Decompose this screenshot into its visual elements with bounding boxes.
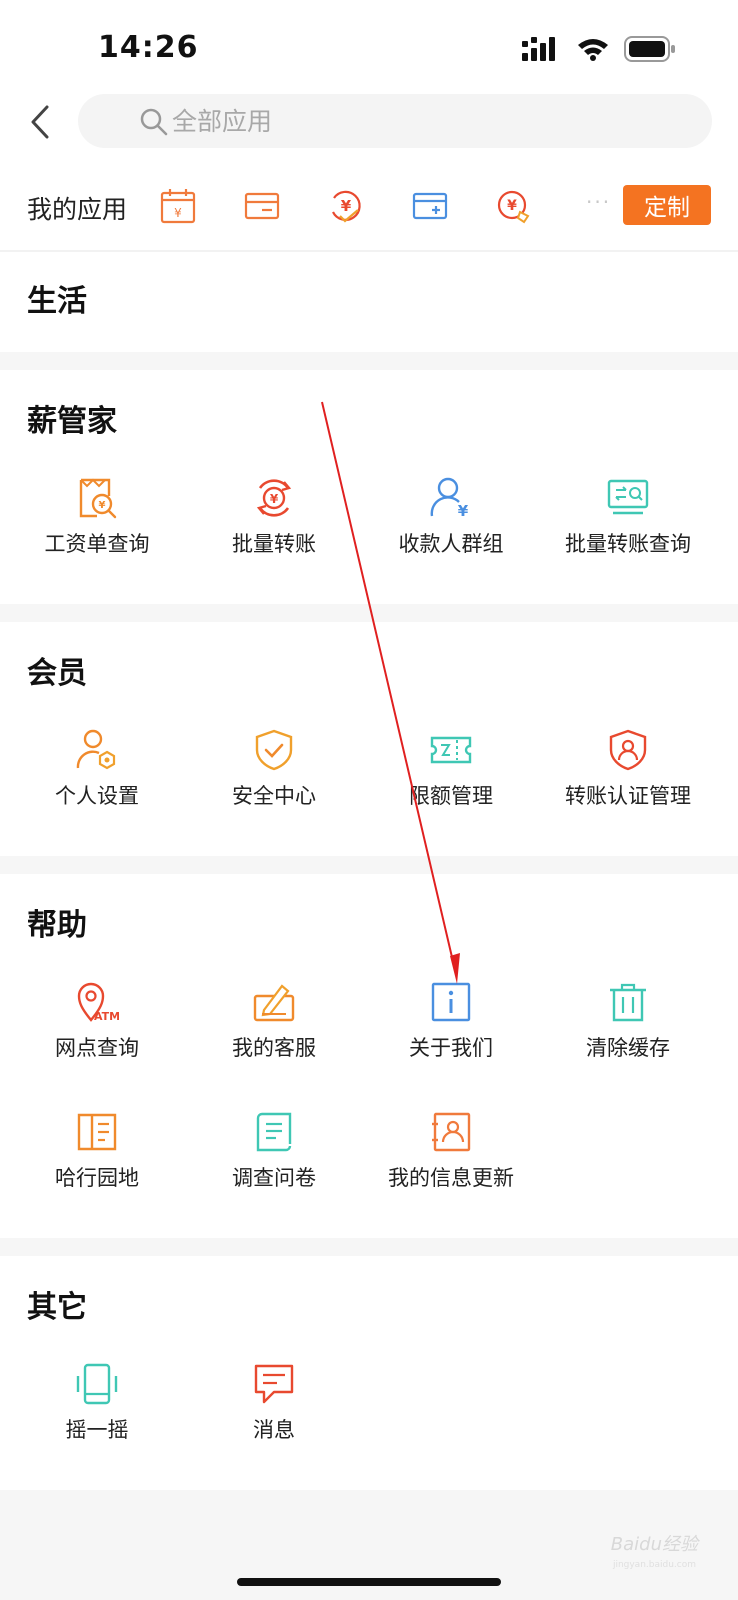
section-title-life: 生活: [27, 284, 87, 319]
battery-icon: [624, 36, 675, 62]
info-icon: [431, 982, 471, 1022]
svg-text:¥: ¥: [174, 206, 182, 220]
section-title-salary: 薪管家: [27, 404, 117, 439]
svg-text:ATM: ATM: [94, 1010, 119, 1023]
app-payee-group[interactable]: ¥ 收款人群组: [361, 476, 541, 558]
wifi-icon: [578, 39, 608, 61]
customize-button[interactable]: 定制: [623, 185, 711, 225]
trash-icon: [610, 983, 646, 1022]
app-label: 转账认证管理: [565, 784, 691, 808]
my-apps-label: 我的应用: [27, 195, 128, 224]
section-divider: [0, 856, 738, 874]
book-icon: [77, 1113, 117, 1151]
svg-text:¥: ¥: [458, 502, 469, 520]
batch-query-icon: [607, 479, 649, 515]
app-payslip-query[interactable]: ¥ 工资单查询: [7, 476, 187, 558]
profile-card-icon: [432, 1112, 471, 1152]
app-batch-transfer[interactable]: ¥ 批量转账: [184, 476, 364, 558]
section-divider: [0, 604, 738, 622]
app-info-update[interactable]: 我的信息更新: [361, 1110, 541, 1192]
section-help: 帮助 ATM 网点查询 我的客服 关于我们 清除缓存 哈行园地 调查问卷 我的信…: [0, 874, 738, 1238]
app-label: 消息: [253, 1418, 295, 1442]
svg-text:¥: ¥: [507, 198, 517, 214]
section-title-other: 其它: [27, 1290, 87, 1325]
app-transfer-auth[interactable]: 转账认证管理: [538, 728, 718, 810]
security-shield-icon: [255, 729, 293, 771]
app-label: 摇一摇: [65, 1418, 129, 1442]
limit-ticket-icon: [430, 736, 472, 764]
app-branch-query[interactable]: ATM 网点查询: [7, 980, 187, 1062]
watermark: Baidu经验: [610, 1534, 698, 1555]
search-icon: [140, 108, 168, 136]
app-label: 我的客服: [232, 1036, 316, 1060]
section-title-member: 会员: [27, 656, 87, 691]
section-member: 会员 个人设置 安全中心 限额管理 转账认证管理: [0, 622, 738, 856]
section-salary: 薪管家 ¥ 工资单查询 ¥ 批量转账 ¥ 收款人群组 批量转账查询: [0, 370, 738, 604]
my-apps-bar: 我的应用 ¥ ¥ ¥ ··· 定制: [0, 178, 738, 252]
app-label: 批量转账: [232, 532, 316, 556]
app-label: 哈行园地: [55, 1166, 139, 1190]
app-clear-cache[interactable]: 清除缓存: [538, 980, 718, 1062]
app-about-us[interactable]: 关于我们: [361, 980, 541, 1062]
status-time: 14:26: [98, 30, 199, 65]
status-icons: [522, 36, 676, 62]
transfer-auth-icon: [609, 729, 647, 771]
app-label: 工资单查询: [44, 532, 150, 556]
section-divider: [0, 352, 738, 370]
app-label: 调查问卷: [232, 1166, 316, 1190]
atm-location-icon: ATM: [77, 982, 119, 1023]
survey-scroll-icon: [256, 1112, 292, 1152]
app-label: 限额管理: [409, 784, 493, 808]
yuan-tag-icon[interactable]: ¥: [496, 188, 532, 224]
section-title-help: 帮助: [27, 908, 87, 943]
app-customer-service[interactable]: 我的客服: [184, 980, 364, 1062]
top-bar: [0, 92, 738, 152]
home-indicator[interactable]: [237, 1578, 501, 1586]
customer-service-icon: [253, 984, 295, 1022]
more-icon[interactable]: ···: [586, 190, 611, 214]
app-bank-garden[interactable]: 哈行园地: [7, 1110, 187, 1192]
chevron-left-icon: [31, 105, 49, 139]
search-input[interactable]: [138, 106, 712, 136]
search-box[interactable]: [78, 94, 712, 148]
yuan-refresh-icon[interactable]: ¥: [328, 188, 364, 224]
status-bar: 14:26: [0, 0, 738, 96]
message-icon: [254, 1364, 294, 1404]
payee-group-icon: ¥: [430, 477, 469, 520]
calendar-yuan-icon[interactable]: ¥: [160, 188, 196, 224]
payslip-search-icon: ¥: [79, 478, 117, 519]
app-label: 收款人群组: [398, 532, 504, 556]
app-label: 关于我们: [409, 1036, 493, 1060]
card-icon[interactable]: [244, 188, 280, 224]
back-button[interactable]: [20, 100, 60, 144]
app-messages[interactable]: 消息: [184, 1362, 364, 1444]
app-survey[interactable]: 调查问卷: [184, 1110, 364, 1192]
app-label: 安全中心: [232, 784, 316, 808]
app-label: 网点查询: [55, 1036, 139, 1060]
app-label: 清除缓存: [586, 1036, 670, 1060]
section-other: 其它 摇一摇 消息: [0, 1256, 738, 1490]
section-divider: [0, 1238, 738, 1256]
card-add-icon[interactable]: [412, 188, 448, 224]
shake-phone-icon: [76, 1363, 118, 1405]
app-limit-management[interactable]: 限额管理: [361, 728, 541, 810]
svg-text:¥: ¥: [99, 500, 106, 511]
app-shake[interactable]: 摇一摇: [7, 1362, 187, 1444]
svg-text:¥: ¥: [270, 492, 279, 506]
batch-transfer-icon: ¥: [256, 479, 292, 517]
app-label: 批量转账查询: [565, 532, 691, 556]
app-personal-settings[interactable]: 个人设置: [7, 728, 187, 810]
watermark-url: jingyan.baidu.com: [612, 1560, 696, 1570]
app-label: 个人设置: [55, 784, 139, 808]
section-life: 生活: [0, 254, 738, 352]
app-batch-transfer-query[interactable]: 批量转账查询: [538, 476, 718, 558]
svg-text:¥: ¥: [341, 197, 352, 215]
signal-icon: [522, 37, 555, 61]
personal-settings-icon: [76, 729, 116, 770]
app-security-center[interactable]: 安全中心: [184, 728, 364, 810]
app-label: 我的信息更新: [388, 1166, 514, 1190]
